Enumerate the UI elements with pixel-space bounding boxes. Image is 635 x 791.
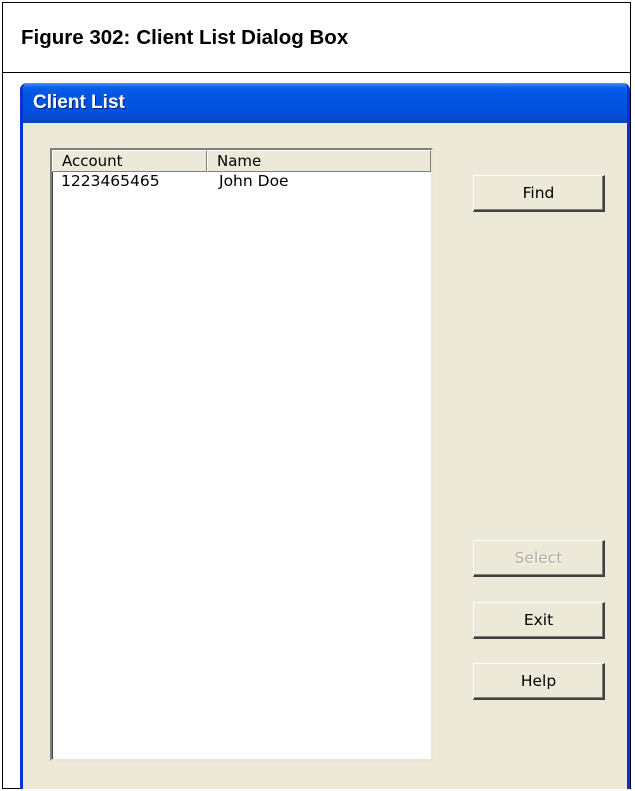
dialog-titlebar[interactable]: Client List bbox=[23, 83, 627, 123]
list-header: Account Name bbox=[52, 150, 431, 172]
help-button[interactable]: Help bbox=[473, 663, 605, 700]
find-button[interactable]: Find bbox=[473, 175, 605, 212]
column-header-account[interactable]: Account bbox=[52, 150, 207, 172]
column-header-name[interactable]: Name bbox=[207, 150, 431, 172]
figure-title: Client List Dialog Box bbox=[136, 25, 349, 49]
figure-number: Figure 302: bbox=[21, 25, 131, 49]
select-button[interactable]: Select bbox=[473, 540, 605, 577]
cell-name: John Doe bbox=[219, 172, 289, 190]
client-list-dialog: Client List Account Name 1223465465 John… bbox=[20, 83, 630, 789]
cell-account: 1223465465 bbox=[61, 172, 160, 190]
table-row[interactable]: 1223465465 John Doe bbox=[52, 172, 431, 192]
client-listview[interactable]: Account Name 1223465465 John Doe bbox=[50, 148, 433, 761]
dialog-title: Client List bbox=[33, 92, 125, 113]
figure-caption: Figure 302: Client List Dialog Box bbox=[3, 3, 630, 73]
exit-button[interactable]: Exit bbox=[473, 602, 605, 639]
